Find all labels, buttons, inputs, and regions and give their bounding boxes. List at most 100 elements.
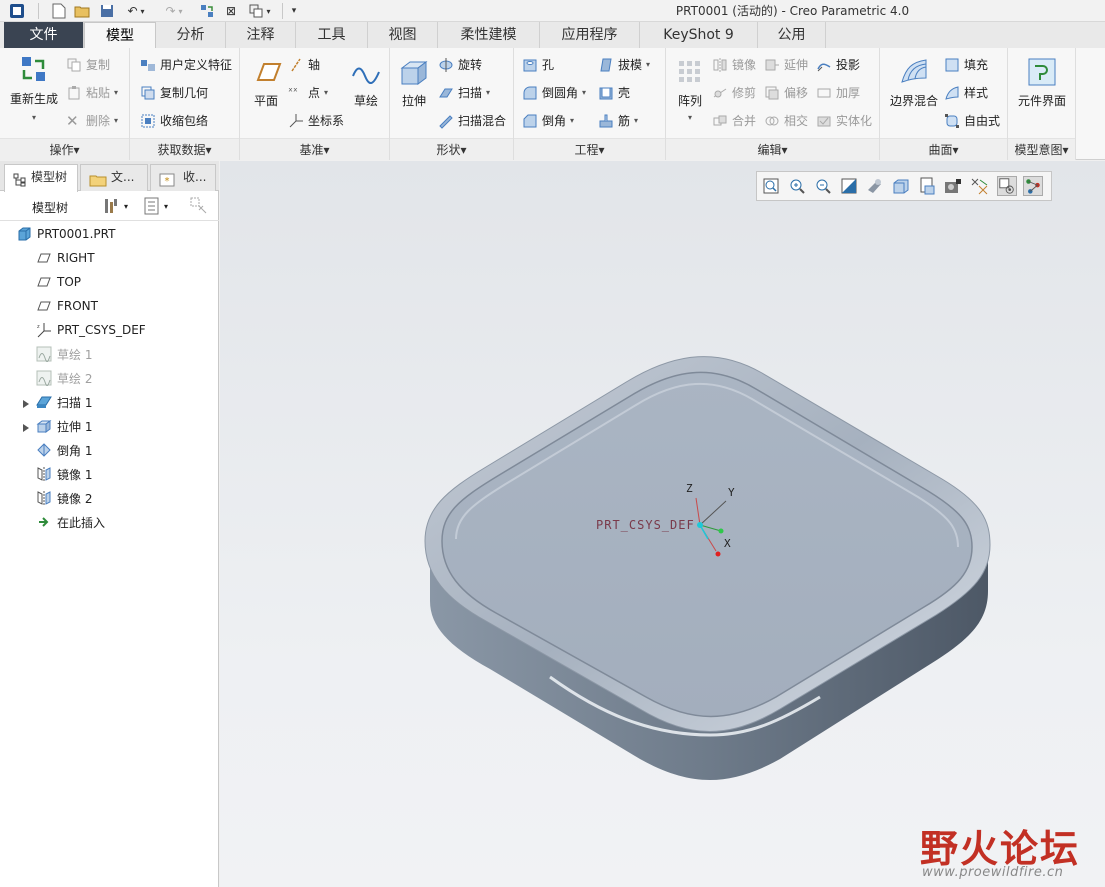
tab-file[interactable]: 文件: [4, 22, 84, 48]
revolve-button[interactable]: 旋转: [438, 56, 482, 73]
tab-applications[interactable]: 应用程序: [540, 22, 640, 48]
expand-arrow-icon[interactable]: [22, 422, 30, 432]
svg-text:*: *: [165, 176, 170, 187]
window-title: PRT0001 (活动的) - Creo Parametric 4.0: [675, 4, 910, 18]
axis-button[interactable]: 轴: [288, 56, 320, 73]
tree-node-sketch-1[interactable]: 草绘 1: [36, 343, 92, 365]
repaint-icon[interactable]: [839, 176, 859, 196]
tree-node-top[interactable]: TOP: [36, 271, 81, 293]
tree-filter-icon[interactable]: [190, 197, 210, 215]
solidify-button[interactable]: 实体化: [816, 112, 872, 129]
datum-display-filters-icon[interactable]: [969, 176, 989, 196]
tree-node-extrude-1[interactable]: 拉伸 1: [36, 415, 92, 437]
thicken-button[interactable]: 加厚: [816, 84, 860, 101]
copy-geometry-button[interactable]: 复制几何: [140, 84, 208, 101]
tab-tools[interactable]: 工具: [296, 22, 368, 48]
style-button[interactable]: 样式: [944, 84, 988, 101]
show-columns-icon[interactable]: ▾: [144, 197, 174, 215]
copy-geometry-icon: [140, 85, 156, 101]
datum-plane-icon: [36, 274, 52, 290]
copy-icon: [66, 57, 82, 73]
tab-model[interactable]: 模型: [84, 22, 156, 48]
tab-flexible-modeling[interactable]: 柔性建模: [438, 22, 540, 48]
tab-view[interactable]: 视图: [368, 22, 438, 48]
tree-node-front[interactable]: FRONT: [36, 295, 98, 317]
mirror-icon: [712, 57, 728, 73]
shapes-group-label[interactable]: 形状▾: [390, 138, 513, 160]
freestyle-button[interactable]: 自由式: [944, 112, 1000, 129]
trim-button[interactable]: 修剪: [712, 84, 756, 101]
graphics-viewport[interactable]: PRT_CSYS_DEF Z Y X: [220, 161, 1105, 887]
hole-button[interactable]: 孔: [522, 56, 554, 73]
tree-node-mirror-1[interactable]: 镜像 1: [36, 463, 92, 485]
operations-group-label[interactable]: 操作▾: [0, 138, 129, 160]
engineering-group-label[interactable]: 工程▾: [514, 138, 665, 160]
paste-button[interactable]: 粘贴 ▾: [66, 84, 118, 101]
regenerate-button[interactable]: 重新生成 ▾: [6, 54, 62, 122]
tree-node-part[interactable]: PRT0001.PRT: [16, 223, 115, 245]
spin-center-icon[interactable]: [997, 176, 1017, 196]
tree-node-sketch-2[interactable]: 草绘 2: [36, 367, 92, 389]
group-editing: 阵列 ▾ 镜像 修剪 合并 延伸 偏移 相交 投影 加厚 实体化 编辑▾: [666, 48, 880, 160]
datum-group-label[interactable]: 基准▾: [240, 138, 389, 160]
zoom-out-icon[interactable]: [813, 176, 833, 196]
delete-button[interactable]: ✕ 删除 ▾: [66, 112, 118, 129]
editing-group-label[interactable]: 编辑▾: [666, 138, 879, 160]
copy-button[interactable]: 复制: [66, 56, 110, 73]
round-icon: [522, 85, 538, 101]
tab-annotate[interactable]: 注释: [226, 22, 296, 48]
chamfer-button[interactable]: 倒角 ▾: [522, 112, 574, 129]
tree-node-csys[interactable]: z PRT_CSYS_DEF: [36, 319, 146, 341]
annotation-display-icon[interactable]: [1023, 176, 1043, 196]
udf-button[interactable]: 用户定义特征: [140, 56, 232, 73]
swept-blend-button[interactable]: 扫描混合: [438, 112, 506, 129]
ribbon: 重新生成 ▾ 复制 粘贴 ▾ ✕ 删除 ▾ 操作▾ 用户定义特征 复制几何 收缩包络: [0, 48, 1105, 160]
tab-folder-browser[interactable]: 文...: [80, 164, 148, 191]
model-tree-panel: 模型树 文... * 收... 模型树 ▾ ▾ PRT0001.PRT RIGH…: [0, 161, 219, 887]
zoom-in-icon[interactable]: [787, 176, 807, 196]
project-button[interactable]: 投影: [816, 56, 860, 73]
model-intent-group-label[interactable]: 模型意图▾: [1008, 138, 1075, 160]
get-data-group-label[interactable]: 获取数据▾: [130, 138, 239, 160]
sweep-button[interactable]: 扫描 ▾: [438, 84, 490, 101]
offset-button[interactable]: 偏移: [764, 84, 808, 101]
tree-node-insert-here[interactable]: 在此插入: [36, 511, 105, 533]
merge-button[interactable]: 合并: [712, 112, 756, 129]
mirror-button[interactable]: 镜像: [712, 56, 756, 73]
surfaces-group-label[interactable]: 曲面▾: [880, 138, 1007, 160]
sketch-button[interactable]: 草绘: [346, 56, 386, 109]
mirror-icon: [36, 490, 52, 506]
fill-button[interactable]: 填充: [944, 56, 988, 73]
extrude-button[interactable]: 拉伸: [394, 56, 434, 109]
extend-button[interactable]: 延伸: [764, 56, 808, 73]
tab-model-tree[interactable]: 模型树: [4, 164, 78, 192]
draft-button[interactable]: 拔模 ▾: [598, 56, 650, 73]
boundary-blend-button[interactable]: 边界混合: [884, 56, 944, 109]
tree-node-sweep-1[interactable]: 扫描 1: [36, 391, 92, 413]
round-button[interactable]: 倒圆角 ▾: [522, 84, 586, 101]
csys-button[interactable]: 坐标系: [288, 112, 344, 129]
tab-analysis[interactable]: 分析: [156, 22, 226, 48]
rib-button[interactable]: 筋 ▾: [598, 112, 638, 129]
tree-node-mirror-2[interactable]: 镜像 2: [36, 487, 92, 509]
component-interface-button[interactable]: 元件界面: [1012, 56, 1072, 109]
refit-icon[interactable]: [761, 176, 781, 196]
tab-common[interactable]: 公用: [758, 22, 826, 48]
pattern-button[interactable]: 阵列 ▾: [670, 56, 710, 122]
plane-button[interactable]: 平面: [244, 56, 288, 109]
view-manager-icon[interactable]: [917, 176, 937, 196]
ribbon-tabs: 文件 模型 分析 注释 工具 视图 柔性建模 应用程序 KeyShot 9 公用: [0, 22, 1105, 48]
settings-icon[interactable]: ▾: [102, 197, 132, 215]
shell-button[interactable]: 壳: [598, 84, 630, 101]
point-button[interactable]: ˣˣ 点 ▾: [288, 84, 328, 101]
expand-arrow-icon[interactable]: [22, 398, 30, 408]
saved-orientations-icon[interactable]: [891, 176, 911, 196]
tree-node-right[interactable]: RIGHT: [36, 247, 95, 269]
shrinkwrap-button[interactable]: 收缩包络: [140, 112, 208, 129]
tab-keyshot[interactable]: KeyShot 9: [640, 22, 758, 48]
intersect-button[interactable]: 相交: [764, 112, 808, 129]
tab-favorites[interactable]: * 收...: [150, 164, 216, 191]
perspective-view-icon[interactable]: [943, 176, 963, 196]
display-style-icon[interactable]: [865, 176, 885, 196]
tree-node-chamfer-1[interactable]: 倒角 1: [36, 439, 92, 461]
